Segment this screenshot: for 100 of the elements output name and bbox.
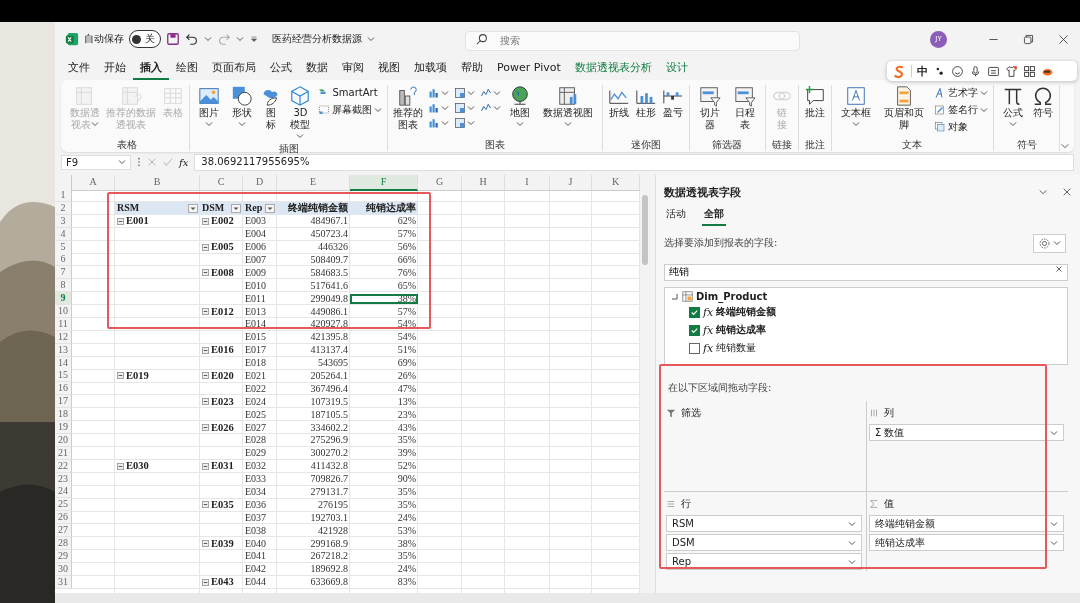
ribbon-button[interactable]: 屏幕截图 [318,102,383,117]
ribbon-button[interactable]: 图片 [195,85,223,131]
column-header[interactable]: F [350,175,418,191]
field-search-field[interactable]: 纯销 [664,263,1068,281]
menu-tab[interactable]: 审阅 [335,56,371,80]
row-header[interactable]: 9 [55,292,72,306]
menu-tab[interactable]: 绘图 [169,56,205,80]
collapse-icon[interactable] [202,398,209,406]
input-mode-toggle[interactable]: 中 [917,63,928,79]
restore-icon[interactable] [1022,32,1035,46]
field-chip[interactable]: 终端纯销金额 [869,515,1064,532]
row-header[interactable]: 15 [55,369,72,383]
row-header[interactable]: 25 [55,498,72,512]
chart-type-button[interactable] [454,87,476,99]
collapse-icon[interactable] [202,578,209,586]
collapse-icon[interactable] [202,424,209,432]
row-header[interactable]: 19 [55,421,72,435]
ribbon-button[interactable]: 页眉和页脚 [879,85,930,131]
grid-icon[interactable] [1023,64,1036,78]
collapse-ribbon-icon[interactable] [1060,141,1070,151]
row-header[interactable]: 17 [55,395,72,409]
field-chip[interactable]: RSM [666,515,862,532]
clear-icon[interactable] [1054,263,1064,274]
search-field[interactable]: 搜索 [465,30,800,51]
collapse-icon[interactable] [202,217,209,225]
field-chip[interactable]: Σ 数值 [869,424,1064,441]
ribbon-button[interactable]: 柱形 [634,85,657,119]
collapse-icon[interactable] [117,217,124,225]
row-header[interactable]: 6 [55,253,72,267]
ribbon-button[interactable]: 折线 [607,85,630,119]
row-header[interactable]: 24 [55,485,72,499]
row-header[interactable]: 27 [55,524,72,538]
undo-icon[interactable] [185,32,199,46]
column-header[interactable]: G [418,175,462,191]
ribbon-button[interactable]: 数据透视图 [539,85,597,131]
ribbon-button[interactable]: 艺术字 [934,85,989,100]
chevron-down-icon[interactable] [1038,187,1048,197]
ribbon-button[interactable]: 3D 模型 [287,85,314,143]
ribbon-button[interactable]: 推荐的图表 [393,85,424,131]
ribbon-button[interactable]: 符号 [1032,85,1055,119]
collapse-icon[interactable] [202,501,209,509]
column-header[interactable]: B [115,175,200,191]
chart-type-button[interactable] [480,87,502,99]
close-icon[interactable] [1062,187,1072,197]
checkbox[interactable] [689,324,700,336]
row-header[interactable]: 10 [55,305,72,318]
menu-tab[interactable]: 开始 [97,56,133,80]
field-name[interactable]: 终端纯销金额 [716,305,777,319]
field-name[interactable]: 纯销达成率 [716,323,767,337]
menu-tab[interactable]: 设计 [658,56,695,80]
pane-tab[interactable]: 活动 [664,205,688,226]
shirt-icon[interactable] [1005,64,1018,78]
ribbon-button[interactable]: 形状 [227,85,256,131]
document-title[interactable]: 医药经营分析数据源 [272,32,362,46]
chart-type-button[interactable] [454,102,476,114]
field-chip[interactable]: 纯销达成率 [869,534,1064,551]
row-header[interactable]: 28 [55,537,72,551]
chart-type-button[interactable] [480,102,502,114]
collapse-icon[interactable] [202,243,209,251]
customize-toolbar-icon[interactable] [249,34,259,44]
menu-tab[interactable]: 页面布局 [205,56,263,80]
menu-tab[interactable]: 数据 [299,56,335,80]
chart-type-button[interactable] [454,117,476,129]
close-icon[interactable] [1057,32,1070,46]
ribbon-button[interactable]: 对象 [934,119,989,134]
chart-type-button[interactable] [428,117,450,129]
formula-field[interactable]: 38.0692117955695% [194,153,1074,171]
ribbon-button[interactable]: 批注 [803,85,826,119]
input-method-logo-icon[interactable] [893,64,906,78]
row-header[interactable]: 16 [55,382,72,396]
insert-function-button[interactable]: fx [179,156,189,168]
ribbon-button[interactable]: 切片器 [694,85,725,131]
column-header[interactable]: C [200,175,243,191]
menu-tab[interactable]: Power Pivot [490,57,568,79]
column-header[interactable]: K [592,175,640,191]
menu-tab[interactable]: 加载项 [407,56,454,80]
ribbon-button[interactable]: 公式 [999,85,1028,131]
checkbox[interactable] [689,306,700,318]
column-header[interactable]: A [72,175,115,191]
collapse-icon[interactable] [202,269,209,277]
menu-tab[interactable]: 帮助 [454,56,490,80]
ribbon-button[interactable]: 图标 [260,85,283,131]
ribbon-button[interactable]: SmartArt [318,85,383,100]
settings-button[interactable] [1033,233,1066,253]
column-header[interactable]: E [277,175,350,191]
row-header[interactable]: 18 [55,408,72,422]
check-icon[interactable] [163,157,173,167]
menu-tab[interactable]: 数据透视表分析 [567,56,659,80]
ribbon-button[interactable]: 签名行 [934,102,989,117]
collapse-icon[interactable] [117,372,124,380]
chart-type-button[interactable] [428,102,450,114]
collapse-icon[interactable] [202,462,209,470]
keyboard-icon[interactable] [987,64,1000,78]
menu-tab[interactable]: 文件 [61,56,97,80]
save-icon[interactable] [166,32,180,46]
menu-tab[interactable]: 公式 [263,56,299,80]
row-header[interactable]: 26 [55,511,72,525]
collapse-icon[interactable] [202,346,209,354]
collapse-icon[interactable] [202,540,209,548]
chart-type-button[interactable] [428,87,450,99]
